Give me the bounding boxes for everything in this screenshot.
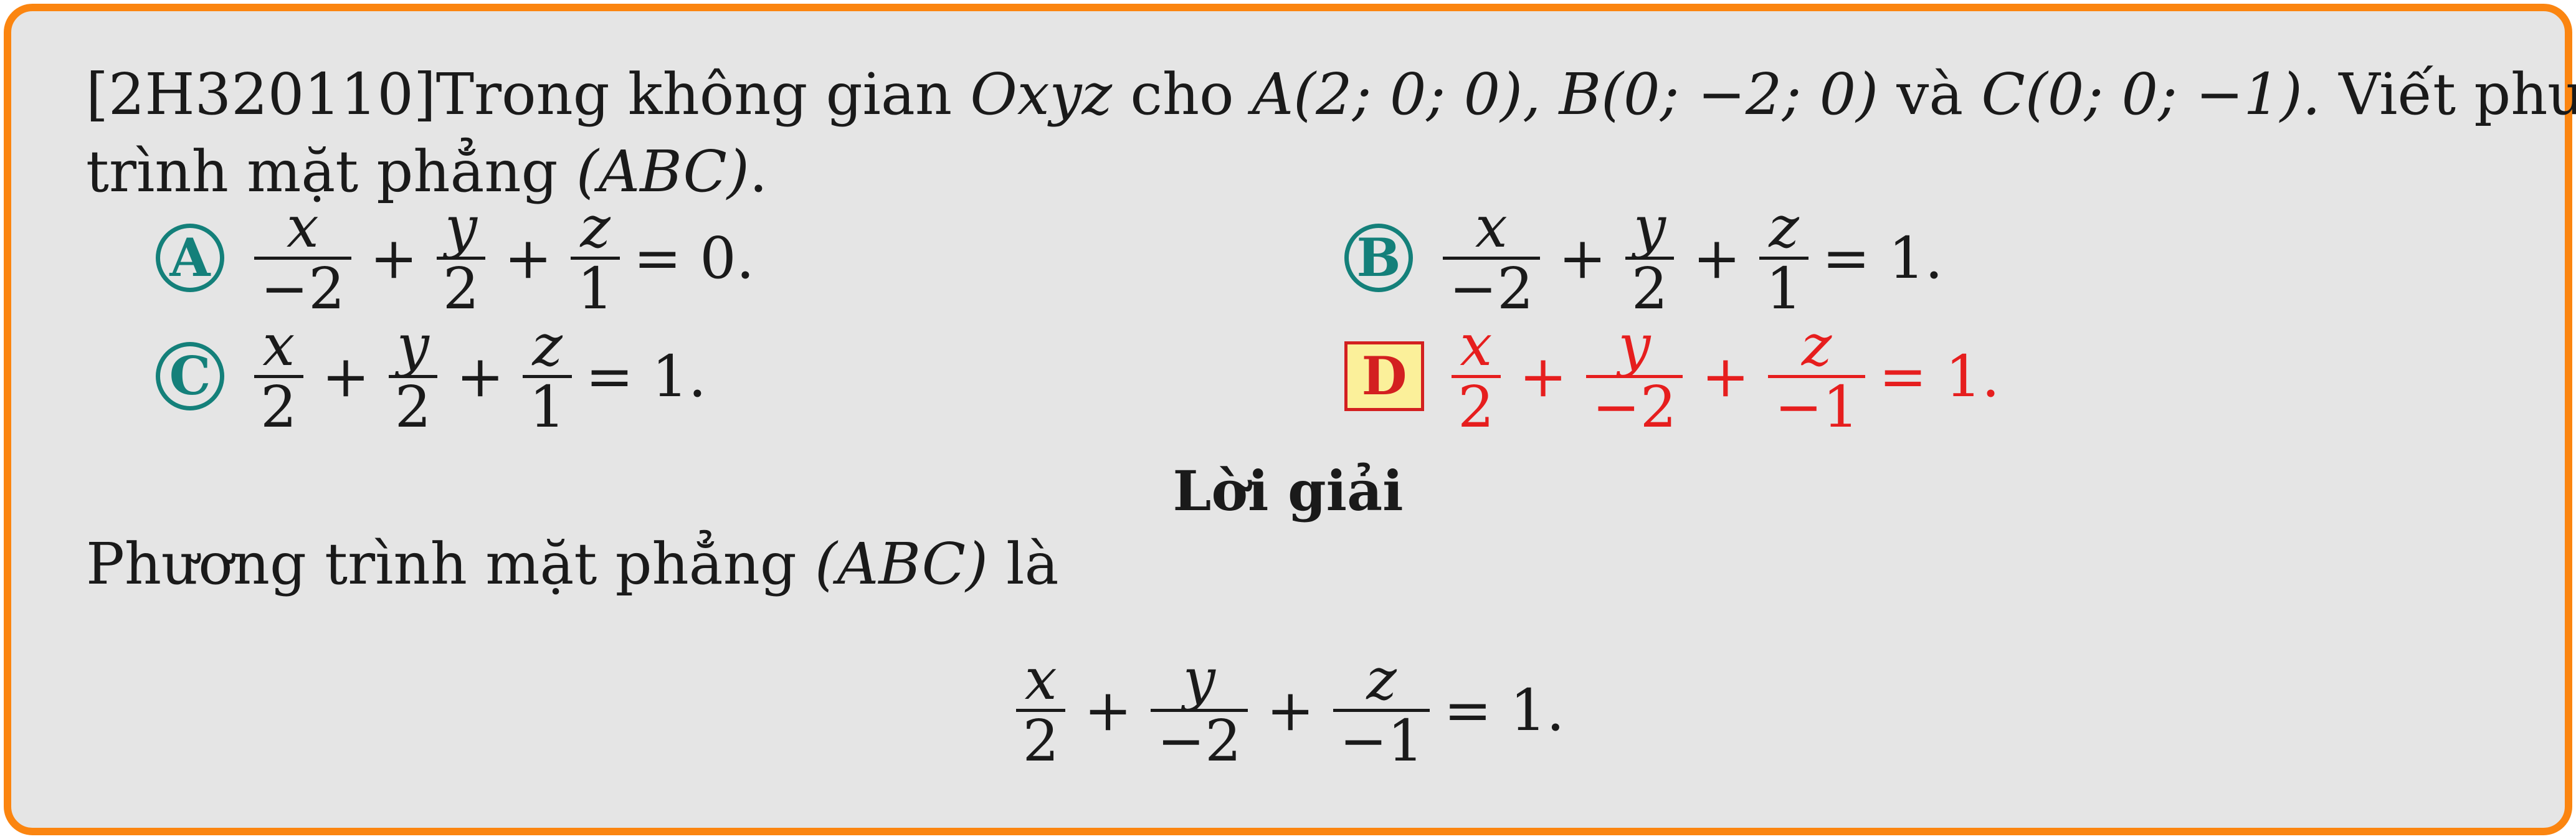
fraction-numerator: x: [262, 311, 295, 379]
point-b: B(0; −2; 0): [1559, 61, 1879, 128]
fraction: z1: [523, 316, 572, 437]
fraction-numerator: z: [1366, 645, 1397, 713]
fraction-denominator: −2: [1151, 708, 1248, 770]
solution-text: Phương trình mặt phẳng (ABC) là: [86, 536, 1058, 593]
fraction: x −2: [1443, 193, 1540, 318]
fraction-numerator: z: [532, 311, 563, 379]
question-code: [2H320110]: [86, 61, 436, 128]
space-name: Oxyz: [970, 61, 1113, 128]
option-a-equation: x −2 + y 2 + z 1 = 0.: [249, 193, 755, 318]
fraction-denominator: 2: [254, 374, 303, 437]
equation-rhs: = 1.: [585, 343, 706, 410]
question-intro: Trong không gian: [435, 61, 971, 128]
solution-text-end: là: [987, 531, 1059, 597]
plus-operator: +: [1519, 343, 1567, 410]
option-a-label[interactable]: A: [156, 224, 224, 292]
fraction-denominator: 2: [1452, 374, 1501, 437]
fraction-numerator: y: [396, 311, 429, 379]
fraction-numerator: z: [580, 193, 611, 260]
plus-operator: +: [1701, 343, 1750, 410]
option-d-equation: x 2 + y −2 + z −1 = 1.: [1447, 316, 2000, 437]
solution-equation: x 2 + y −2 + z −1 = 1.: [1011, 650, 1565, 770]
fraction: z1: [571, 193, 620, 318]
fraction: x −2: [254, 193, 351, 318]
option-d-label[interactable]: D: [1344, 341, 1424, 411]
solution-equation-row: x 2 + y −2 + z −1 = 1.: [0, 648, 2576, 772]
option-c[interactable]: C x 2 + y 2 + z 1 = 1.: [156, 316, 706, 436]
plus-operator: +: [1558, 224, 1607, 292]
plus-operator: +: [1084, 676, 1133, 744]
fraction-denominator: −2: [254, 256, 351, 318]
fraction: x2: [1452, 316, 1501, 437]
option-a[interactable]: A x −2 + y 2 + z 1 = 0.: [156, 197, 754, 318]
fraction-numerator: z: [1769, 193, 1799, 260]
option-b-label[interactable]: B: [1344, 224, 1413, 292]
fraction: y −2: [1151, 650, 1248, 770]
fraction-denominator: 2: [1016, 708, 1065, 770]
fraction-denominator: 1: [571, 256, 620, 318]
solution-text-main: Phương trình mặt phẳng: [86, 531, 815, 597]
plus-operator: +: [1693, 224, 1741, 292]
fraction-denominator: −1: [1768, 374, 1865, 437]
fraction: z −1: [1333, 650, 1430, 770]
option-b-equation: x −2 + y 2 + z 1 = 1.: [1438, 193, 1944, 318]
fraction: z1: [1759, 193, 1808, 318]
question-line-2: trình mặt phẳng (ABC).: [86, 143, 768, 201]
equation-rhs: = 1.: [1443, 676, 1565, 744]
fraction-numerator: y: [445, 193, 477, 260]
and-word: và: [1878, 61, 1982, 128]
solution-title: Lời giải: [1172, 458, 1404, 523]
equation-rhs: = 0.: [633, 224, 755, 292]
fraction-denominator: 2: [1625, 256, 1675, 318]
fraction-numerator: x: [1460, 311, 1493, 379]
fraction-denominator: 2: [436, 256, 486, 318]
fraction-numerator: x: [1475, 193, 1508, 260]
fraction: y2: [1625, 193, 1675, 318]
fraction-numerator: z: [1801, 311, 1832, 379]
fraction: y −2: [1585, 311, 1683, 437]
question-line2-text: trình mặt phẳng: [86, 138, 576, 205]
plus-operator: +: [1266, 676, 1314, 744]
fraction: y2: [388, 311, 438, 437]
solution-plane: (ABC): [815, 531, 988, 597]
question-period: .: [749, 138, 768, 205]
fraction-numerator: x: [1024, 645, 1057, 713]
fraction-denominator: 1: [1759, 256, 1808, 318]
option-c-label[interactable]: C: [156, 342, 224, 410]
option-c-equation: x 2 + y 2 + z 1 = 1.: [249, 316, 706, 437]
fraction-denominator: 1: [523, 374, 572, 437]
question-line-1: [2H320110]Trong không gian Oxyz cho A(2;…: [86, 66, 2576, 123]
point-c: C(0; 0; −1).: [1981, 61, 2321, 128]
fraction-numerator: y: [1633, 193, 1666, 260]
option-d[interactable]: D x 2 + y −2 + z −1 = 1.: [1344, 316, 2000, 436]
question-mid: cho: [1112, 61, 1252, 128]
fraction: x2: [254, 316, 303, 437]
fraction: y2: [436, 193, 486, 318]
fraction-numerator: y: [1618, 311, 1651, 379]
plus-operator: +: [369, 224, 418, 292]
plus-operator: +: [456, 343, 505, 410]
point-a: A(2; 0; 0),: [1252, 61, 1541, 128]
option-b[interactable]: B x −2 + y 2 + z 1 = 1.: [1344, 197, 1943, 318]
question-end: Viết phương: [2339, 61, 2576, 128]
fraction: x2: [1016, 650, 1065, 770]
fraction-denominator: −2: [1585, 374, 1683, 437]
equation-rhs: = 1.: [1822, 224, 1944, 292]
fraction-numerator: y: [1182, 645, 1215, 713]
equation-rhs: = 1.: [1878, 343, 2000, 410]
fraction-denominator: 2: [388, 374, 438, 437]
fraction: z −1: [1768, 316, 1865, 437]
fraction-denominator: −1: [1333, 708, 1430, 770]
plus-operator: +: [321, 343, 370, 410]
fraction-denominator: −2: [1443, 256, 1540, 318]
fraction-numerator: x: [286, 193, 319, 260]
plus-operator: +: [504, 224, 553, 292]
